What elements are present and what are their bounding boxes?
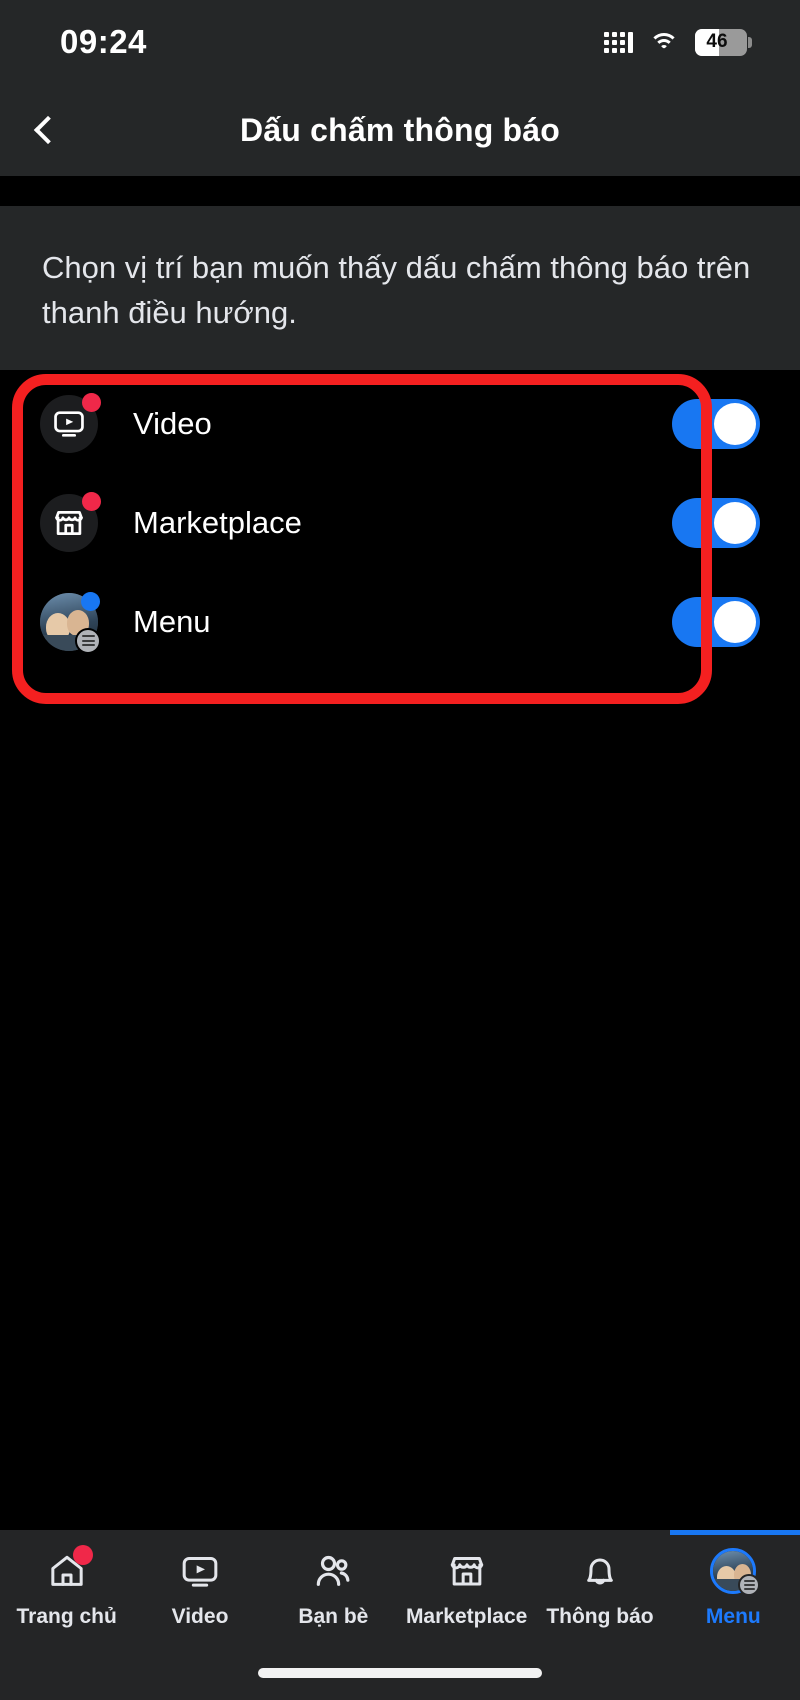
nav-item-marketplace[interactable]: Marketplace <box>400 1548 533 1629</box>
wifi-icon <box>649 31 679 53</box>
battery-icon: 46 <box>695 28 752 56</box>
status-bar-icons: 46 <box>604 28 752 56</box>
home-indicator-bar[interactable] <box>258 1668 542 1678</box>
notification-dot-settings-list: Video Marketplace Menu <box>0 374 800 671</box>
marketplace-store-icon <box>40 491 101 552</box>
nav-label: Marketplace <box>405 1605 528 1628</box>
description-panel: Chọn vị trí bạn muốn thấy dấu chấm thông… <box>0 206 800 370</box>
home-icon <box>42 1545 93 1594</box>
status-bar: 09:24 46 <box>0 0 800 84</box>
hamburger-menu-badge-icon <box>75 627 101 654</box>
settings-row-video[interactable]: Video <box>0 374 800 473</box>
blue-dot-badge <box>81 591 100 611</box>
profile-avatar-icon <box>40 591 101 654</box>
red-dot-badge <box>82 392 101 412</box>
active-tab-indicator <box>670 1530 800 1535</box>
settings-row-marketplace[interactable]: Marketplace <box>0 473 800 572</box>
friends-icon <box>308 1548 358 1594</box>
nav-label: Trang chủ <box>16 1605 117 1628</box>
nav-item-notifications[interactable]: Thông báo <box>533 1548 666 1629</box>
nav-item-friends[interactable]: Bạn bè <box>267 1548 400 1629</box>
settings-row-menu[interactable]: Menu <box>0 572 800 671</box>
nav-label: Menu <box>705 1605 761 1628</box>
description-text: Chọn vị trí bạn muốn thấy dấu chấm thông… <box>42 250 751 330</box>
bell-icon <box>575 1548 625 1594</box>
hamburger-menu-badge-icon <box>738 1574 761 1596</box>
nav-label: Bạn bè <box>298 1605 369 1628</box>
page-header: Dấu chấm thông báo <box>0 84 800 176</box>
settings-row-label: Video <box>133 405 212 441</box>
red-dot-badge <box>82 491 101 511</box>
nav-item-video[interactable]: Video <box>133 1548 266 1629</box>
nav-label: Video <box>171 1605 229 1628</box>
header-divider-gap <box>0 176 800 206</box>
marketplace-icon <box>442 1548 492 1594</box>
signal-bars-icon <box>604 31 633 53</box>
avatar-menu-icon <box>708 1548 761 1596</box>
toggle-menu[interactable] <box>672 596 760 647</box>
video-icon <box>40 392 101 453</box>
phone-screen: 09:24 46 Dấu chấm thông báo Chọn vị trí … <box>0 0 800 1700</box>
nav-item-home[interactable]: Trang chủ <box>0 1545 133 1629</box>
red-dot-badge <box>72 1545 93 1565</box>
nav-label: Thông báo <box>546 1605 654 1628</box>
nav-item-menu[interactable]: Menu <box>667 1548 800 1629</box>
battery-percent-label: 46 <box>706 31 728 52</box>
bottom-navigation-bar: Trang chủ Video Bạn bè Marketplace Thông… <box>0 1530 800 1700</box>
toggle-marketplace[interactable] <box>672 497 760 548</box>
status-bar-clock: 09:24 <box>60 23 147 60</box>
video-icon <box>175 1548 225 1594</box>
toggle-video[interactable] <box>672 398 760 449</box>
settings-row-label: Marketplace <box>133 504 302 540</box>
page-title: Dấu chấm thông báo <box>239 111 561 148</box>
settings-row-label: Menu <box>133 603 211 639</box>
